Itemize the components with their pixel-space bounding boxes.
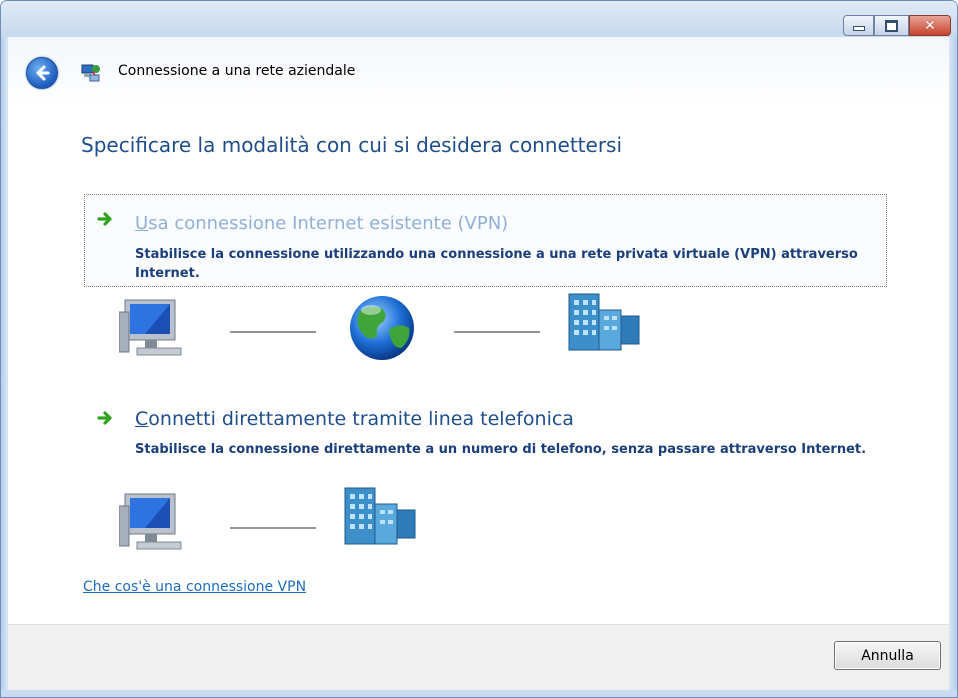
window-title: Connessione a una rete aziendale: [118, 63, 356, 79]
globe-icon: [350, 296, 414, 360]
back-button[interactable]: [26, 57, 58, 89]
minimize-button[interactable]: [843, 15, 874, 36]
office-building-icon: [568, 293, 640, 351]
wizard-window: ✕ Connessione a una rete aziendale Speci…: [0, 0, 958, 698]
green-arrow-icon: [97, 212, 112, 226]
window-frame-right: [949, 37, 957, 697]
wizard-navigation-bar: Connessione a una rete aziendale: [8, 37, 949, 105]
option-vpn-description: Stabilisce la connessione utilizzando un…: [135, 247, 858, 281]
maximize-icon: [885, 19, 898, 32]
page-heading: Specificare la modalità con cui si desid…: [81, 133, 623, 157]
window-frame-left: [1, 37, 8, 697]
cancel-button[interactable]: Annulla: [834, 641, 941, 670]
option-dialup-title: Connetti direttamente tramite linea tele…: [135, 408, 574, 430]
back-arrow-icon: [36, 65, 50, 81]
option-vpn[interactable]: Usa connessione Internet esistente (VPN)…: [84, 194, 887, 287]
minimize-icon: [852, 26, 865, 31]
computer-icon: [119, 493, 182, 550]
window-frame-bottom: [1, 690, 957, 697]
network-connection-icon: [80, 61, 102, 83]
option-dialup-description: Stabilisce la connessione direttamente a…: [135, 442, 867, 457]
green-arrow-icon: [97, 411, 112, 425]
computer-icon: [119, 299, 182, 356]
option-vpn-title: Usa connessione Internet esistente (VPN): [135, 213, 509, 234]
close-button[interactable]: ✕: [909, 15, 951, 36]
maximize-button[interactable]: [874, 15, 909, 36]
close-icon: ✕: [924, 17, 936, 34]
office-building-icon: [344, 487, 416, 545]
caption-buttons: ✕: [843, 15, 951, 36]
vpn-help-link[interactable]: Che cos'è una connessione VPN: [83, 579, 306, 595]
dialup-diagram: [119, 486, 439, 556]
vpn-diagram: [119, 292, 659, 362]
title-bar: ✕: [1, 1, 957, 37]
button-bar: Annulla: [8, 624, 949, 690]
option-dialup[interactable]: Connetti direttamente tramite linea tele…: [84, 399, 887, 491]
